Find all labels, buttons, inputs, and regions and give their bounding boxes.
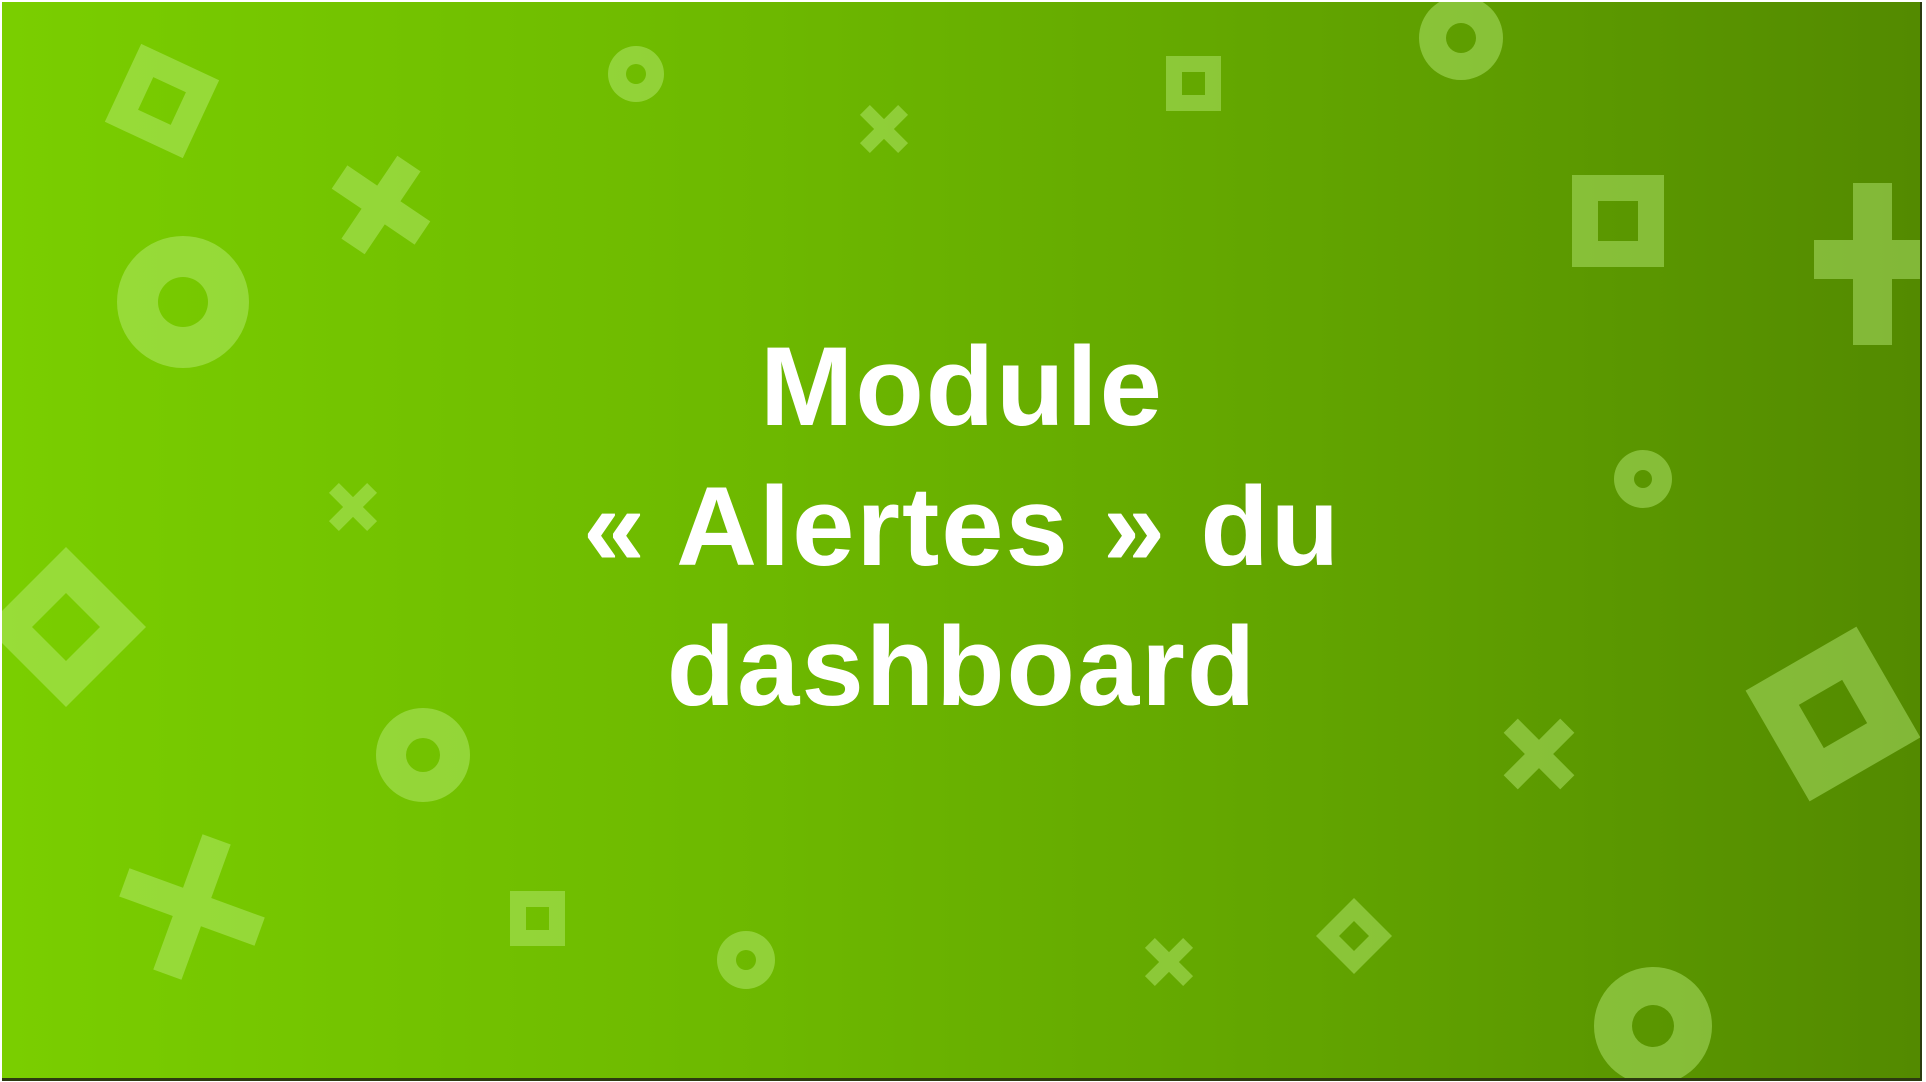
circle-ring-icon: [1614, 450, 1672, 508]
circle-ring-icon: [717, 931, 775, 989]
square-ring-icon: [1572, 175, 1664, 267]
plus-icon: [119, 834, 265, 980]
diamond-ring-icon: [1316, 898, 1392, 974]
square-ring-icon: [104, 43, 220, 159]
cross-icon: [1144, 937, 1194, 987]
plus-icon: [1814, 183, 1920, 345]
circle-ring-icon: [1594, 967, 1712, 1078]
cross-icon: [331, 155, 431, 255]
circle-ring-icon: [608, 46, 664, 102]
title-slide: Module « Alertes » du dashboard: [2, 2, 1922, 1081]
cross-icon: [859, 104, 909, 154]
square-ring-icon: [510, 891, 565, 946]
slide-title: Module « Alertes » du dashboard: [362, 317, 1562, 737]
square-ring-icon: [1745, 626, 1920, 802]
slide-title-line: « Alertes » du: [582, 464, 1342, 589]
slide-title-line: dashboard: [666, 604, 1258, 729]
diamond-ring-icon: [2, 547, 146, 707]
square-ring-icon: [1166, 56, 1221, 111]
slide-title-line: Module: [760, 324, 1164, 449]
circle-ring-icon: [117, 236, 249, 368]
circle-ring-icon: [1419, 2, 1503, 80]
